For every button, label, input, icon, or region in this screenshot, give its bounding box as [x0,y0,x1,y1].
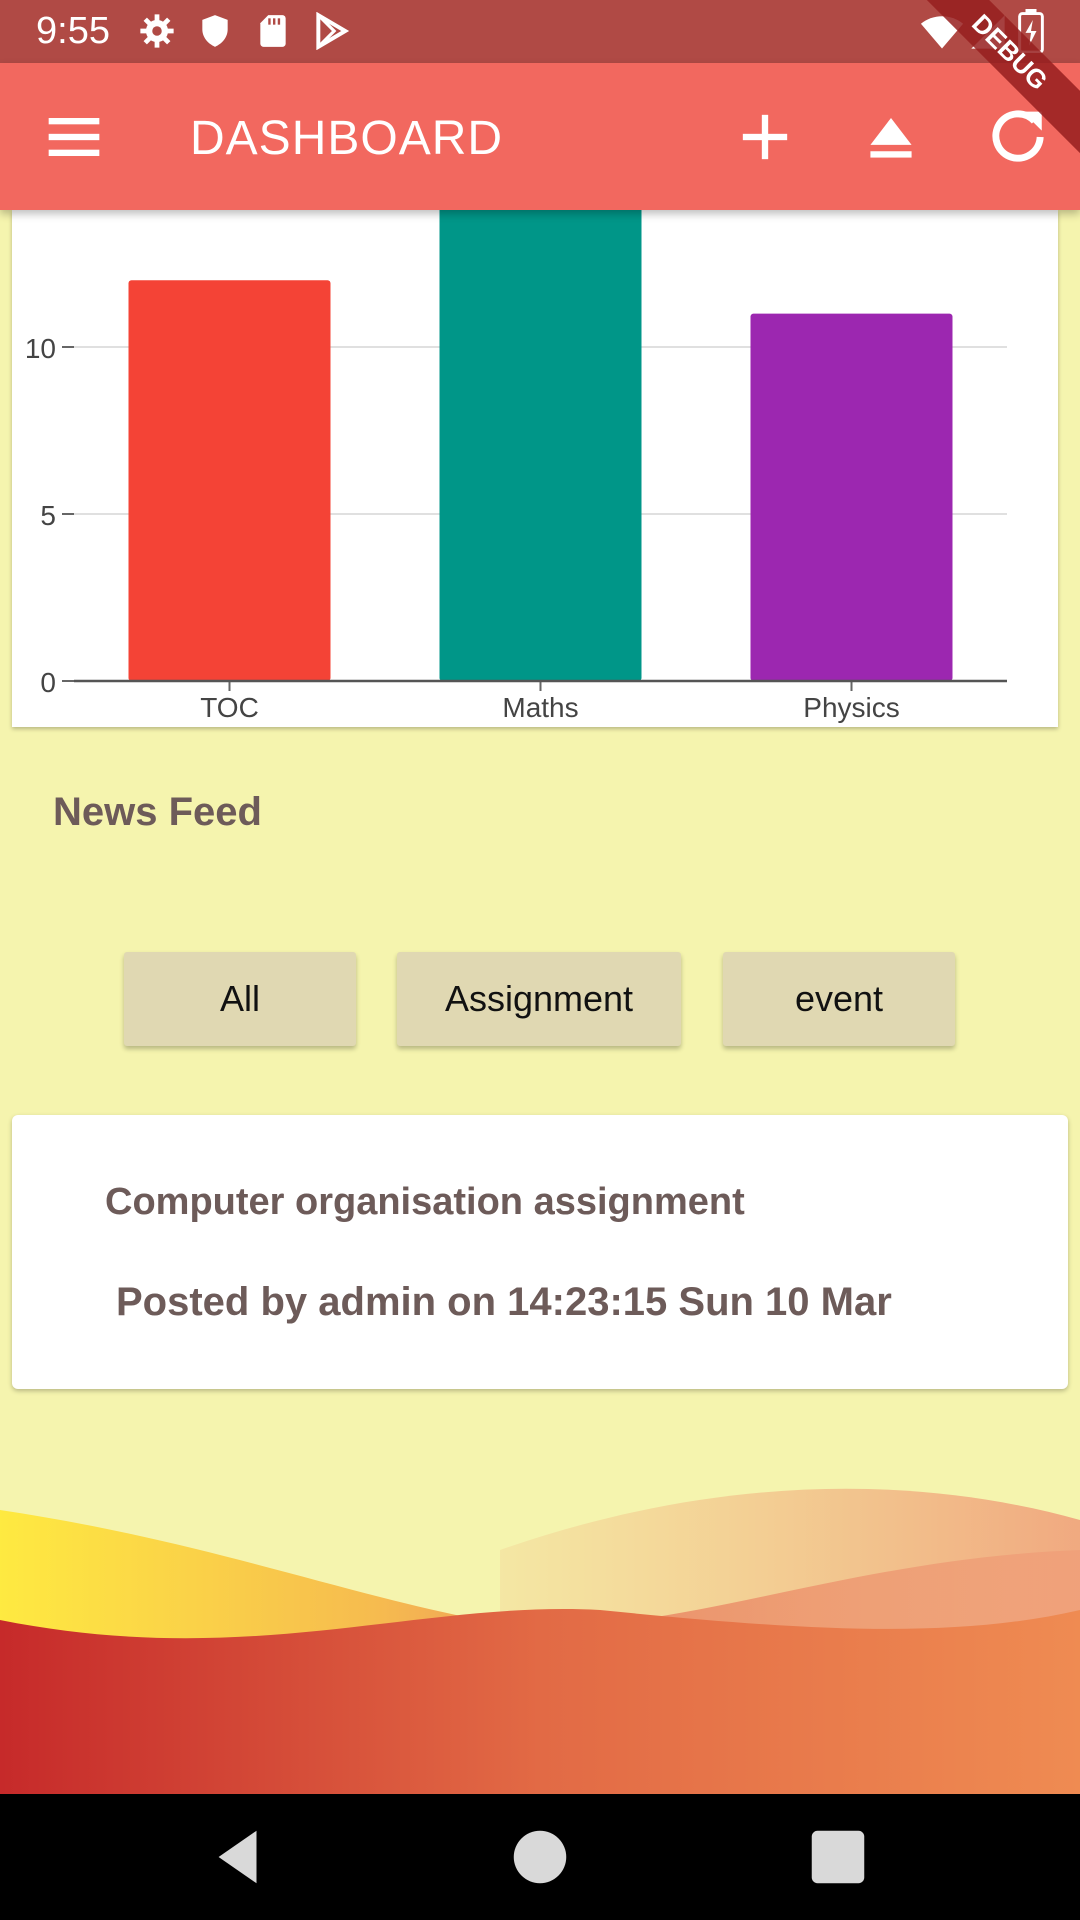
bar-toc [128,280,331,681]
x-tick-label: Maths [502,692,578,723]
menu-button[interactable] [36,99,112,175]
recents-icon[interactable] [803,1822,873,1892]
add-button[interactable] [727,99,803,175]
play-store-icon [316,12,350,50]
shield-icon [202,15,228,47]
menu-icon [48,118,100,156]
news-card-meta: Posted by admin on 14:23:15 Sun 10 Mar [116,1280,892,1324]
news-card[interactable]: Computer organisation assignment Posted … [12,1115,1068,1389]
wave-decoration [0,1488,1080,1794]
news-card-title: Computer organisation assignment [105,1181,745,1223]
x-tick-label: TOC [200,692,259,723]
x-tick-label: Physics [803,692,899,723]
y-tick-label: 0 [40,667,56,698]
filter-all-button[interactable]: All [124,952,356,1046]
navigation-bar [0,1794,1080,1920]
settings-icon [140,14,174,48]
chart-card: 0 5 10 TOC Maths Physics [12,210,1058,727]
bar-chart: 0 5 10 TOC Maths Physics [25,210,1007,723]
status-bar: 9:55 [0,0,1080,63]
add-icon [742,114,788,160]
bar-maths [439,210,642,681]
y-tick-label: 5 [40,500,56,531]
y-tick-label: 10 [25,333,56,364]
eject-button[interactable] [853,99,929,175]
page-title: DASHBOARD [190,112,504,165]
back-icon[interactable] [204,1822,274,1892]
sd-card-icon [260,15,286,47]
bar-physics [750,313,953,681]
app-bar: DASHBOARD [0,63,1080,210]
filter-event-button[interactable]: event [723,952,955,1046]
filter-assignment-button[interactable]: Assignment [397,952,681,1046]
news-feed-title: News Feed [53,790,262,834]
eject-icon [870,118,912,158]
status-time: 9:55 [36,10,110,52]
home-icon[interactable] [505,1822,575,1892]
